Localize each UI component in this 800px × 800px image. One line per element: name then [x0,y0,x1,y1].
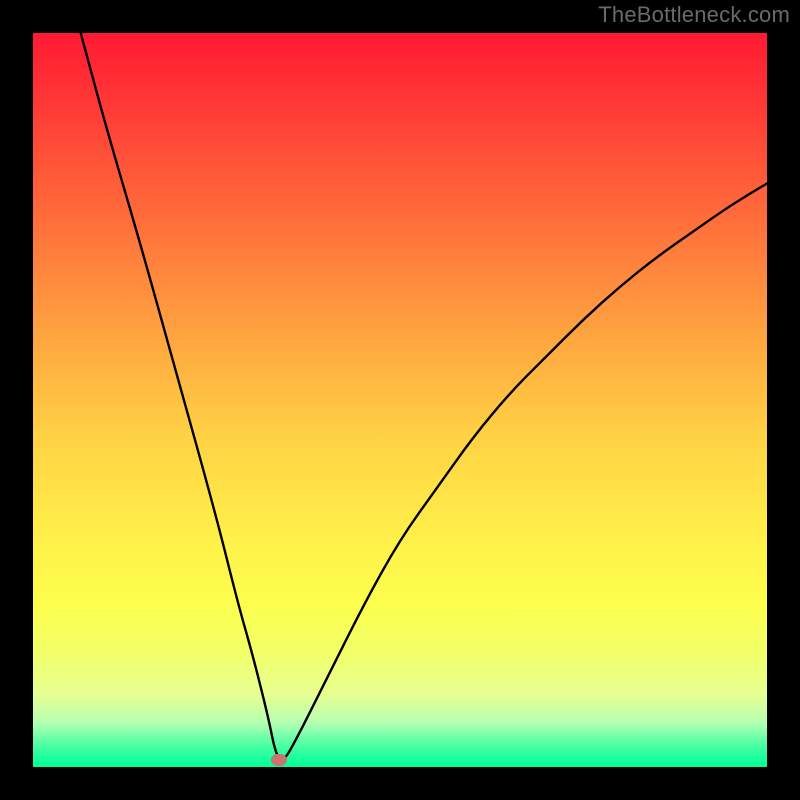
optimal-point-marker [271,754,287,766]
plot-area [33,33,767,767]
watermark-text: TheBottleneck.com [598,2,790,28]
curve-path [81,33,767,759]
chart-frame: TheBottleneck.com [0,0,800,800]
bottleneck-curve [33,33,767,767]
